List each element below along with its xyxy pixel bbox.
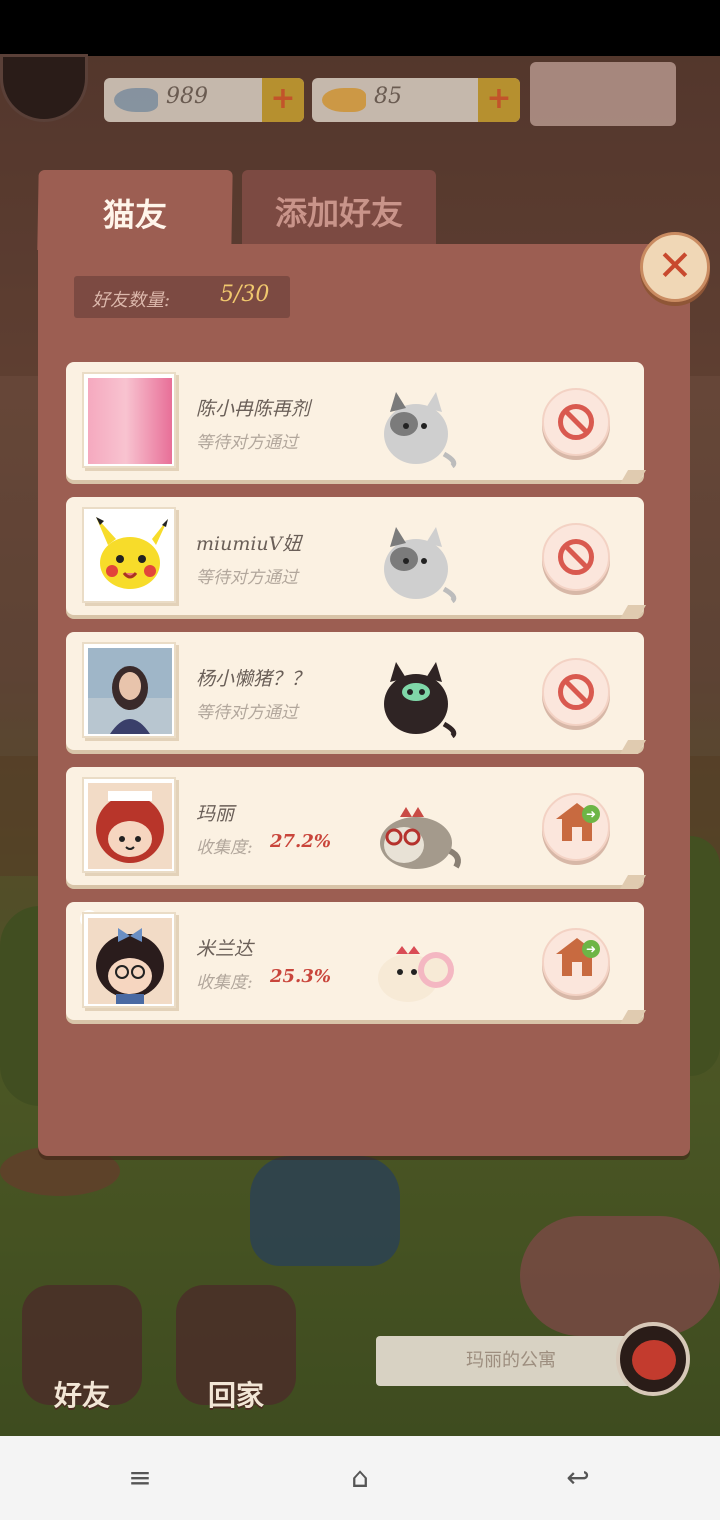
cat-icon [384, 392, 457, 468]
ban-icon [558, 674, 594, 710]
friend-card: 玛丽 收集度: 27.2% ➜ [66, 767, 647, 889]
friend-count-value: 5/30 [220, 282, 270, 307]
tab-cat-friends-label: 猫友 [102, 196, 168, 234]
friend-avatar [82, 912, 176, 1008]
fish-currency-gold: 85 + [312, 78, 520, 122]
add-gold-fish-button[interactable]: + [478, 78, 520, 122]
menu-icon[interactable]: ≡ [110, 1464, 170, 1492]
friend-avatar [82, 507, 176, 603]
add-silver-fish-button[interactable]: + [262, 78, 304, 122]
friend-name: 米兰达 [196, 938, 254, 960]
system-navigation-bar: ≡ ⌂ ↩ [0, 1436, 720, 1520]
close-button[interactable]: ✕ [640, 232, 710, 302]
cancel-request-button[interactable] [542, 388, 610, 456]
collection-label: 收集度: [196, 973, 253, 993]
gold-fish-icon [322, 88, 366, 112]
arrow-right-icon: ➜ [582, 805, 600, 823]
gold-fish-count: 85 [374, 84, 402, 109]
friend-status: 等待对方通过 [196, 568, 298, 588]
portrait-face [632, 1340, 676, 1380]
ban-icon [558, 404, 594, 440]
friend-name: 杨小懒猪？？ [196, 668, 311, 690]
silver-fish-count: 989 [166, 84, 208, 109]
cancel-request-button[interactable] [542, 523, 610, 591]
collection-value: 27.2% [270, 831, 331, 852]
home-hud-label: 回家 [207, 1379, 264, 1412]
cat-icon [384, 527, 457, 603]
cancel-request-button[interactable] [542, 658, 610, 726]
collection-label: 收集度: [196, 838, 253, 858]
avatar-image [88, 513, 172, 599]
friend-avatar [82, 372, 176, 468]
friend-name: miumiuV妞 [196, 533, 302, 555]
avatar-image [88, 378, 172, 464]
friend-name: 陈小冉陈再剂 [196, 398, 311, 420]
back-icon[interactable]: ↩ [548, 1464, 608, 1492]
tab-cat-friends[interactable]: 猫友 [37, 170, 233, 250]
home-icon[interactable]: ⌂ [330, 1464, 390, 1492]
cat-icon [384, 662, 457, 738]
friend-card: miumiuV妞 等待对方通过 [66, 497, 647, 619]
friend-name: 玛丽 [196, 803, 235, 825]
friend-card: 杨小懒猪？？ 等待对方通过 [66, 632, 647, 754]
location-plaque: 玛丽的公寓 [376, 1336, 646, 1386]
friend-avatar [82, 777, 176, 873]
avatar-image [88, 648, 172, 734]
owner-portrait[interactable] [616, 1322, 690, 1396]
friend-card: 陈小冉陈再剂 等待对方通过 [66, 362, 647, 484]
visit-home-button[interactable]: ➜ [542, 793, 610, 861]
friend-count-label: 好友数量: [92, 290, 171, 311]
avatar-image [88, 783, 172, 869]
friends-hud-label: 好友 [53, 1379, 110, 1412]
fish-currency-silver: 989 + [104, 78, 304, 122]
friend-status: 等待对方通过 [196, 433, 298, 453]
collection-value: 25.3% [270, 966, 331, 987]
tab-add-friend-label: 添加好友 [274, 194, 403, 232]
top-decoration [530, 62, 676, 126]
silver-fish-icon [114, 88, 158, 112]
ban-icon [558, 539, 594, 575]
visit-home-button[interactable]: ➜ [542, 928, 610, 996]
avatar-image [88, 918, 172, 1004]
close-icon: ✕ [657, 241, 693, 290]
arrow-right-icon: ➜ [582, 940, 600, 958]
friend-card: 米兰达 收集度: 25.3% ➜ [66, 902, 647, 1024]
cat-icon [378, 946, 454, 1002]
friend-avatar [82, 642, 176, 738]
friend-status: 等待对方通过 [196, 703, 298, 723]
cat-icon [380, 807, 461, 869]
tab-add-friend[interactable]: 添加好友 [242, 170, 436, 244]
